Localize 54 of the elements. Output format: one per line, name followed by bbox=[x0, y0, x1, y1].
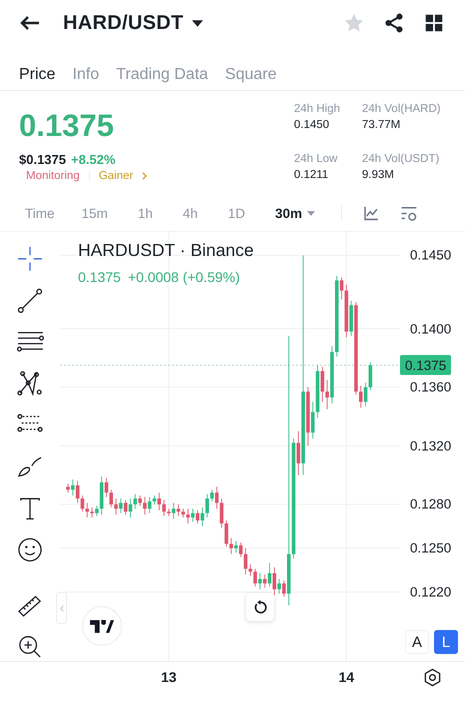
interval-tab[interactable]: Time bbox=[25, 206, 54, 220]
stat-value: 73.77M bbox=[362, 119, 402, 131]
tab[interactable]: Square bbox=[225, 46, 277, 90]
collapse-handle[interactable] bbox=[56, 592, 67, 624]
tab[interactable]: Trading Data bbox=[116, 46, 208, 90]
stat-value: 9.93M bbox=[362, 169, 395, 181]
symbol-label: HARDUSDT · Binance bbox=[78, 240, 254, 261]
reset-button[interactable] bbox=[246, 593, 274, 621]
share-icon[interactable] bbox=[383, 12, 405, 34]
usd-price: $0.1375 bbox=[19, 152, 66, 167]
change-label: +0.0008 (+0.59%) bbox=[128, 269, 240, 285]
price-axis-label: 0.1250 bbox=[410, 540, 452, 556]
star-icon[interactable] bbox=[343, 12, 365, 34]
stat-label: 24h High bbox=[294, 103, 342, 115]
stat-label: 24h Low bbox=[294, 153, 338, 165]
price-change: +8.52% bbox=[71, 152, 116, 167]
logo-icon[interactable] bbox=[82, 606, 122, 646]
scale-mode-button[interactable]: A bbox=[405, 630, 429, 654]
price-axis-label: 0.1320 bbox=[410, 438, 452, 454]
scale-mode-button[interactable]: L bbox=[434, 630, 458, 654]
back-arrow-icon[interactable] bbox=[20, 15, 40, 31]
stat-value: 0.1211 bbox=[294, 169, 330, 181]
price-axis-label: 0.1400 bbox=[410, 321, 452, 336]
stat-label: 24h Vol(USDT) bbox=[362, 153, 440, 165]
interval-tab[interactable]: 1D bbox=[228, 206, 246, 220]
price-axis-label: 0.1280 bbox=[410, 496, 452, 512]
stat-label: 24h Vol(HARD) bbox=[362, 103, 442, 115]
interval-tab[interactable]: 30m bbox=[275, 206, 316, 220]
settings-icon[interactable] bbox=[423, 668, 442, 687]
chart-settings-icon[interactable] bbox=[400, 204, 418, 222]
interval-tab[interactable]: 1h bbox=[138, 206, 153, 220]
caret-icon bbox=[307, 210, 316, 216]
tag[interactable]: Monitoring bbox=[26, 170, 80, 182]
tab[interactable]: Info bbox=[72, 46, 100, 90]
chevron-left-icon bbox=[60, 604, 64, 612]
grid-icon[interactable] bbox=[423, 12, 445, 34]
last-price-label: 0.1375 bbox=[78, 269, 121, 285]
indicator-icon[interactable] bbox=[362, 204, 380, 222]
dropdown-caret-icon[interactable] bbox=[192, 20, 204, 26]
price-axis-label: 0.1450 bbox=[410, 248, 452, 263]
rotate-icon bbox=[252, 600, 268, 614]
stat-value: 0.1450 bbox=[294, 119, 330, 131]
time-axis-label: 14 bbox=[338, 669, 354, 685]
price-axis-label: 0.1220 bbox=[410, 584, 452, 600]
current-price-badge: 0.1375 bbox=[400, 355, 452, 376]
crosshair-icon[interactable] bbox=[15, 245, 45, 273]
interval-tab[interactable]: 4h bbox=[182, 206, 198, 220]
time-axis-label: 13 bbox=[161, 669, 177, 685]
last-price: 0.1375 bbox=[19, 108, 115, 144]
pair-title[interactable]: HARD/USDT bbox=[63, 12, 184, 34]
tag[interactable]: Gainer bbox=[98, 170, 134, 182]
interval-tab[interactable]: 15m bbox=[82, 206, 108, 220]
trend-line-icon[interactable] bbox=[15, 286, 45, 314]
price-axis-label: 0.1360 bbox=[410, 380, 452, 395]
